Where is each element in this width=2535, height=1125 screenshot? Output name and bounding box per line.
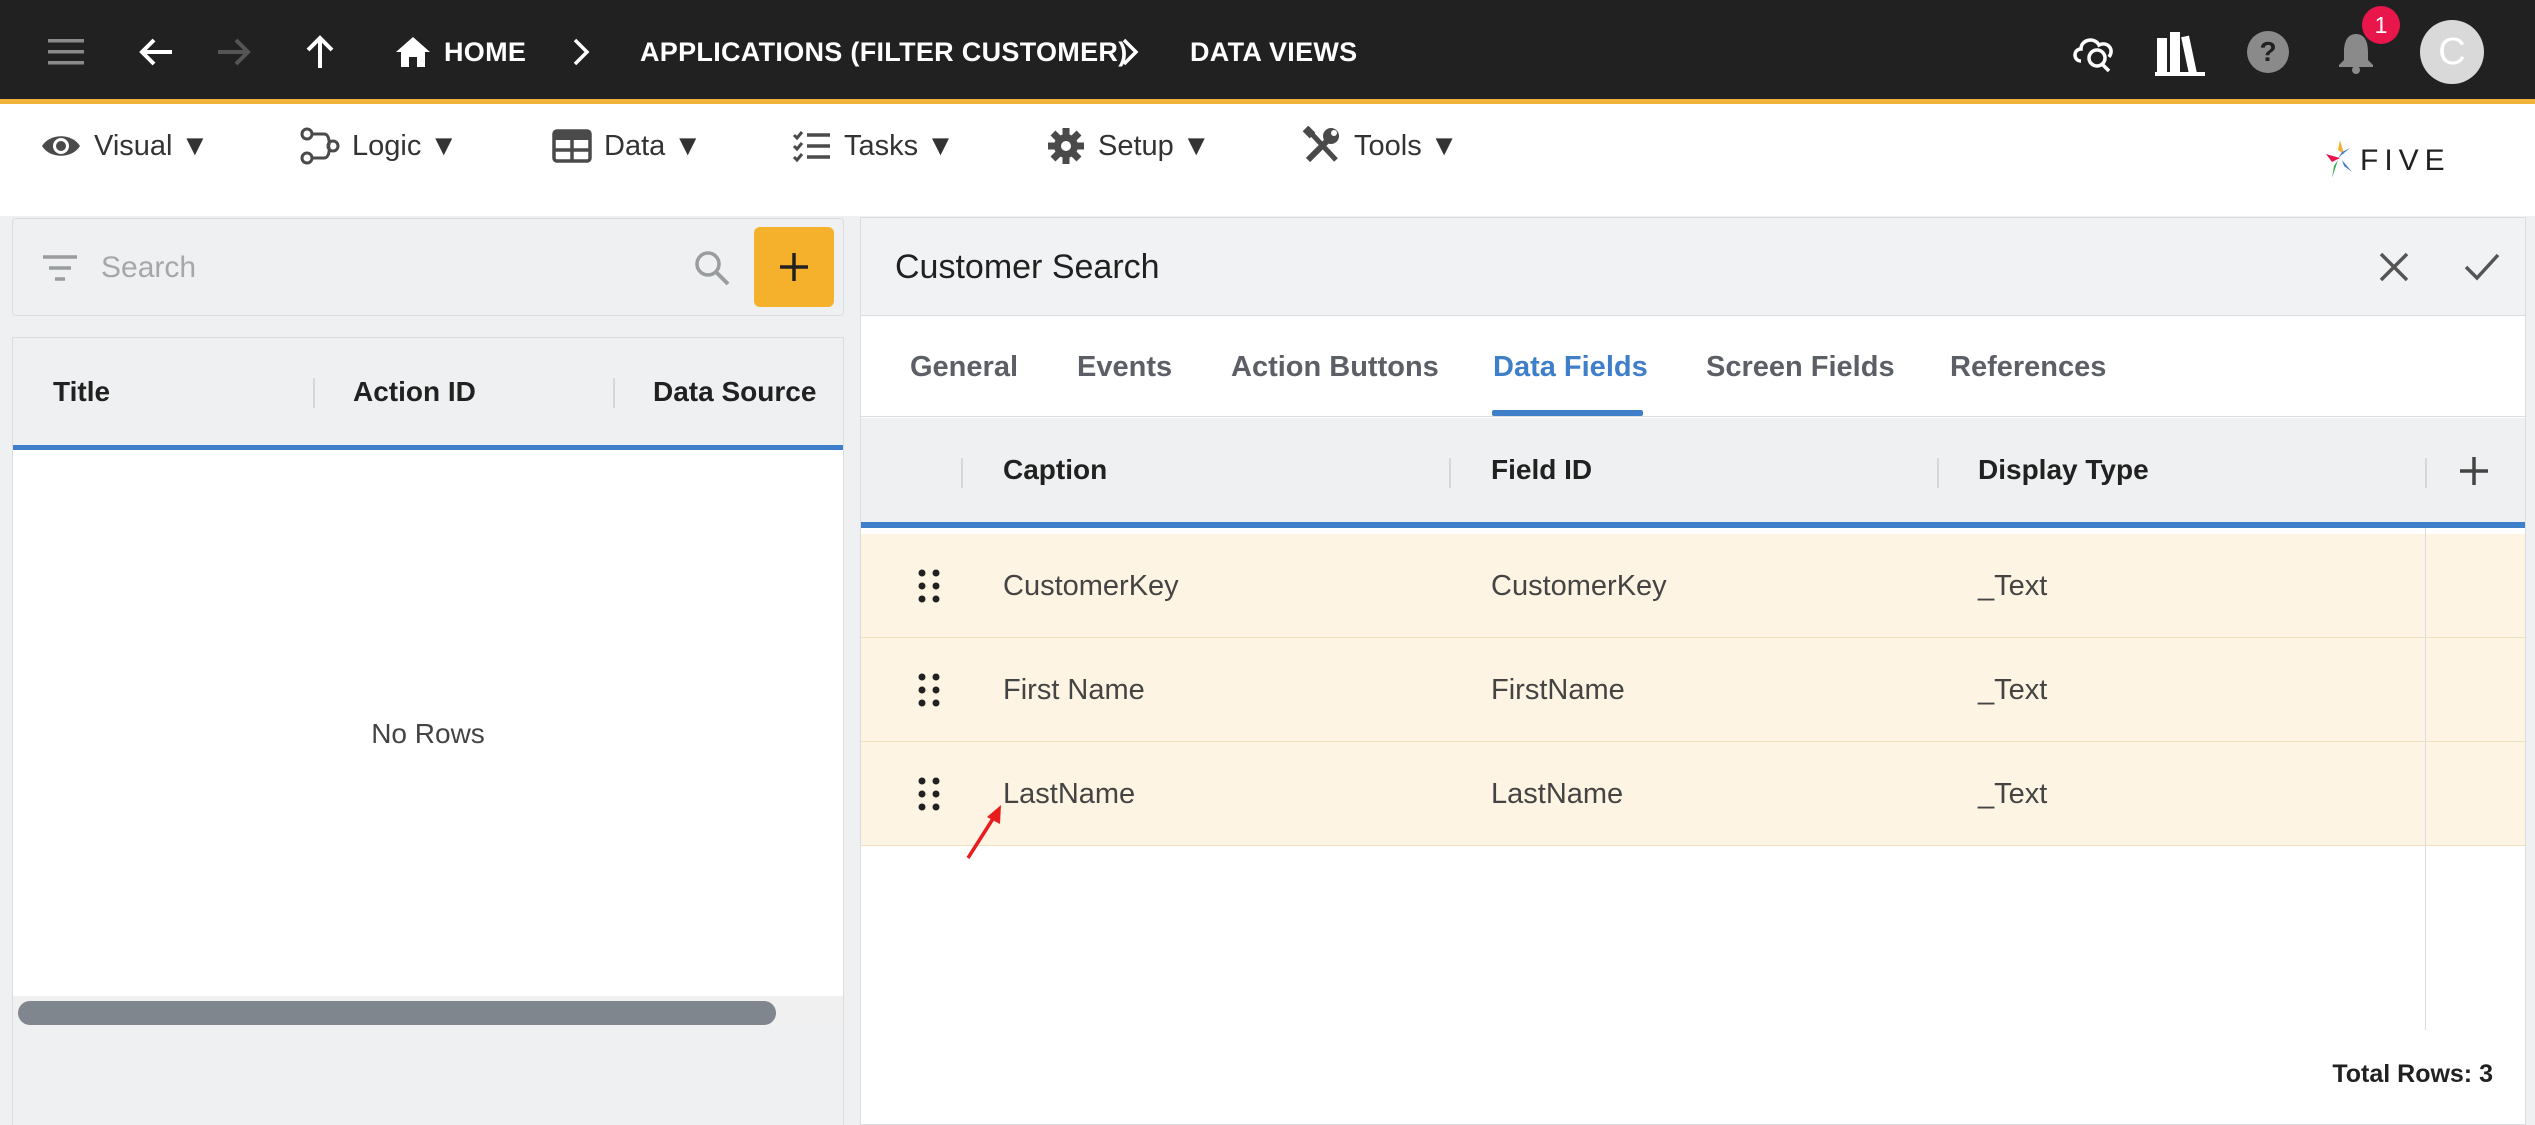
total-rows-label: Total Rows: 3 xyxy=(2332,1060,2493,1088)
tab-action-buttons[interactable]: Action Buttons xyxy=(1231,317,1439,417)
chevron-right-icon xyxy=(573,38,590,66)
cell-field-id: LastName xyxy=(1491,777,1624,810)
cloud-search-icon[interactable] xyxy=(2064,22,2124,82)
menu-logic-label: Logic ▼ xyxy=(352,129,459,162)
menu-tools[interactable]: Tools ▼ xyxy=(1302,122,1458,170)
menu-tasks[interactable]: Tasks ▼ xyxy=(792,122,955,170)
cell-display-type: _Text xyxy=(1978,569,2048,602)
top-bar: HOME APPLICATIONS (FILTER CUSTOMER) DATA… xyxy=(0,0,2535,104)
back-arrow-icon[interactable] xyxy=(126,22,186,82)
column-divider[interactable] xyxy=(1937,458,1939,488)
checklist-icon xyxy=(792,131,830,163)
column-divider[interactable] xyxy=(2425,458,2427,488)
left-list-header: Title Action ID Data Source xyxy=(13,338,843,450)
empty-state-text: No Rows xyxy=(371,718,485,749)
data-fields-grid-header: Caption Field ID Display Type xyxy=(861,418,2525,528)
notification-badge: 1 xyxy=(2362,6,2400,44)
drag-handle-icon[interactable] xyxy=(917,568,941,604)
column-header-display-type[interactable]: Display Type xyxy=(1978,418,2149,522)
search-icon[interactable] xyxy=(693,249,731,287)
menu-tools-label: Tools ▼ xyxy=(1354,129,1459,162)
up-arrow-icon[interactable] xyxy=(290,22,350,82)
breadcrumb-home[interactable]: HOME xyxy=(394,0,526,104)
cell-display-type: _Text xyxy=(1978,777,2048,810)
table-icon xyxy=(552,129,592,163)
cell-field-id: CustomerKey xyxy=(1491,569,1667,602)
cell-display-type: _Text xyxy=(1978,673,2048,706)
form-panel: Customer Search General Events Action Bu… xyxy=(860,217,2526,1125)
column-divider[interactable] xyxy=(613,378,615,408)
menu-data[interactable]: Data ▼ xyxy=(552,122,702,170)
table-row[interactable]: LastName LastName _Text xyxy=(861,742,2525,846)
cell-caption: CustomerKey xyxy=(1003,569,1179,602)
grid-column-line xyxy=(2425,528,2426,1030)
menu-setup[interactable]: Setup ▼ xyxy=(1046,122,1211,170)
add-field-plus-icon[interactable] xyxy=(2457,454,2491,488)
annotation-arrow-icon xyxy=(966,805,1001,859)
menu-setup-label: Setup ▼ xyxy=(1098,129,1211,162)
column-divider[interactable] xyxy=(1449,458,1451,488)
main-menu-bar: Visual ▼ Logic ▼ Data ▼ Tasks ▼ Setup ▼ … xyxy=(0,104,2535,216)
breadcrumb-app[interactable]: APPLICATIONS (FILTER CUSTOMER) xyxy=(640,0,1128,104)
drag-handle-icon[interactable] xyxy=(917,776,941,812)
menu-visual-label: Visual ▼ xyxy=(94,129,210,162)
logo-text: FIVE xyxy=(2360,144,2451,177)
gear-icon xyxy=(1048,128,1084,164)
active-tab-indicator xyxy=(1492,410,1643,416)
left-record-list: Title Action ID Data Source No Rows xyxy=(12,337,844,1125)
tab-references[interactable]: References xyxy=(1950,317,2106,417)
column-divider[interactable] xyxy=(313,378,315,408)
table-row[interactable]: CustomerKey CustomerKey _Text xyxy=(861,534,2525,638)
filter-icon[interactable] xyxy=(41,253,79,283)
logic-icon xyxy=(300,127,340,165)
column-header-data-source[interactable]: Data Source xyxy=(653,338,816,445)
five-logo: FIVE xyxy=(2318,134,2498,191)
menu-visual[interactable]: Visual ▼ xyxy=(40,122,209,170)
cell-field-id: FirstName xyxy=(1491,673,1625,706)
save-button[interactable] xyxy=(2457,242,2507,292)
left-search-bar xyxy=(12,218,844,316)
column-header-field-id[interactable]: Field ID xyxy=(1491,418,1592,522)
breadcrumb-page[interactable]: DATA VIEWS xyxy=(1190,0,1358,104)
close-icon xyxy=(2379,252,2409,282)
tab-screen-fields[interactable]: Screen Fields xyxy=(1706,317,1895,417)
menu-data-label: Data ▼ xyxy=(604,129,703,162)
add-record-button[interactable] xyxy=(754,227,834,307)
drag-handle-icon[interactable] xyxy=(917,672,941,708)
avatar[interactable]: C xyxy=(2420,20,2484,84)
menu-logic[interactable]: Logic ▼ xyxy=(300,122,458,170)
column-header-title[interactable]: Title xyxy=(53,338,110,445)
chevron-right-icon xyxy=(1122,38,1139,66)
eye-icon xyxy=(42,136,80,156)
form-title: Customer Search xyxy=(895,247,1160,286)
svg-text:?: ? xyxy=(2259,36,2276,67)
close-button[interactable] xyxy=(2369,242,2419,292)
check-icon xyxy=(2464,253,2500,281)
column-header-caption[interactable]: Caption xyxy=(1003,418,1107,522)
form-header: Customer Search xyxy=(861,218,2525,316)
search-input[interactable] xyxy=(101,243,681,293)
menu-tasks-label: Tasks ▼ xyxy=(844,129,955,162)
column-header-action-id[interactable]: Action ID xyxy=(353,338,476,445)
form-tabs: General Events Action Buttons Data Field… xyxy=(861,317,2525,417)
column-divider[interactable] xyxy=(961,458,963,488)
help-icon[interactable]: ? xyxy=(2238,22,2298,82)
tab-events[interactable]: Events xyxy=(1077,317,1172,417)
left-list-footer xyxy=(13,1026,843,1125)
cell-caption: LastName xyxy=(1003,777,1136,810)
breadcrumb-page-label: DATA VIEWS xyxy=(1190,36,1358,67)
forward-arrow-icon[interactable] xyxy=(204,22,264,82)
breadcrumb-home-label: HOME xyxy=(444,36,527,67)
hamburger-menu-icon[interactable] xyxy=(36,22,96,82)
breadcrumb-app-label: APPLICATIONS (FILTER CUSTOMER) xyxy=(640,36,1128,67)
scrollbar-thumb[interactable] xyxy=(18,1001,776,1025)
home-icon xyxy=(396,37,430,67)
table-row[interactable]: First Name FirstName _Text xyxy=(861,638,2525,742)
tab-data-fields[interactable]: Data Fields xyxy=(1493,317,1648,417)
tools-icon xyxy=(1302,126,1339,163)
plus-icon xyxy=(780,253,808,281)
library-books-icon[interactable] xyxy=(2150,22,2210,82)
tab-general[interactable]: General xyxy=(910,317,1018,417)
cell-caption: First Name xyxy=(1003,673,1145,706)
